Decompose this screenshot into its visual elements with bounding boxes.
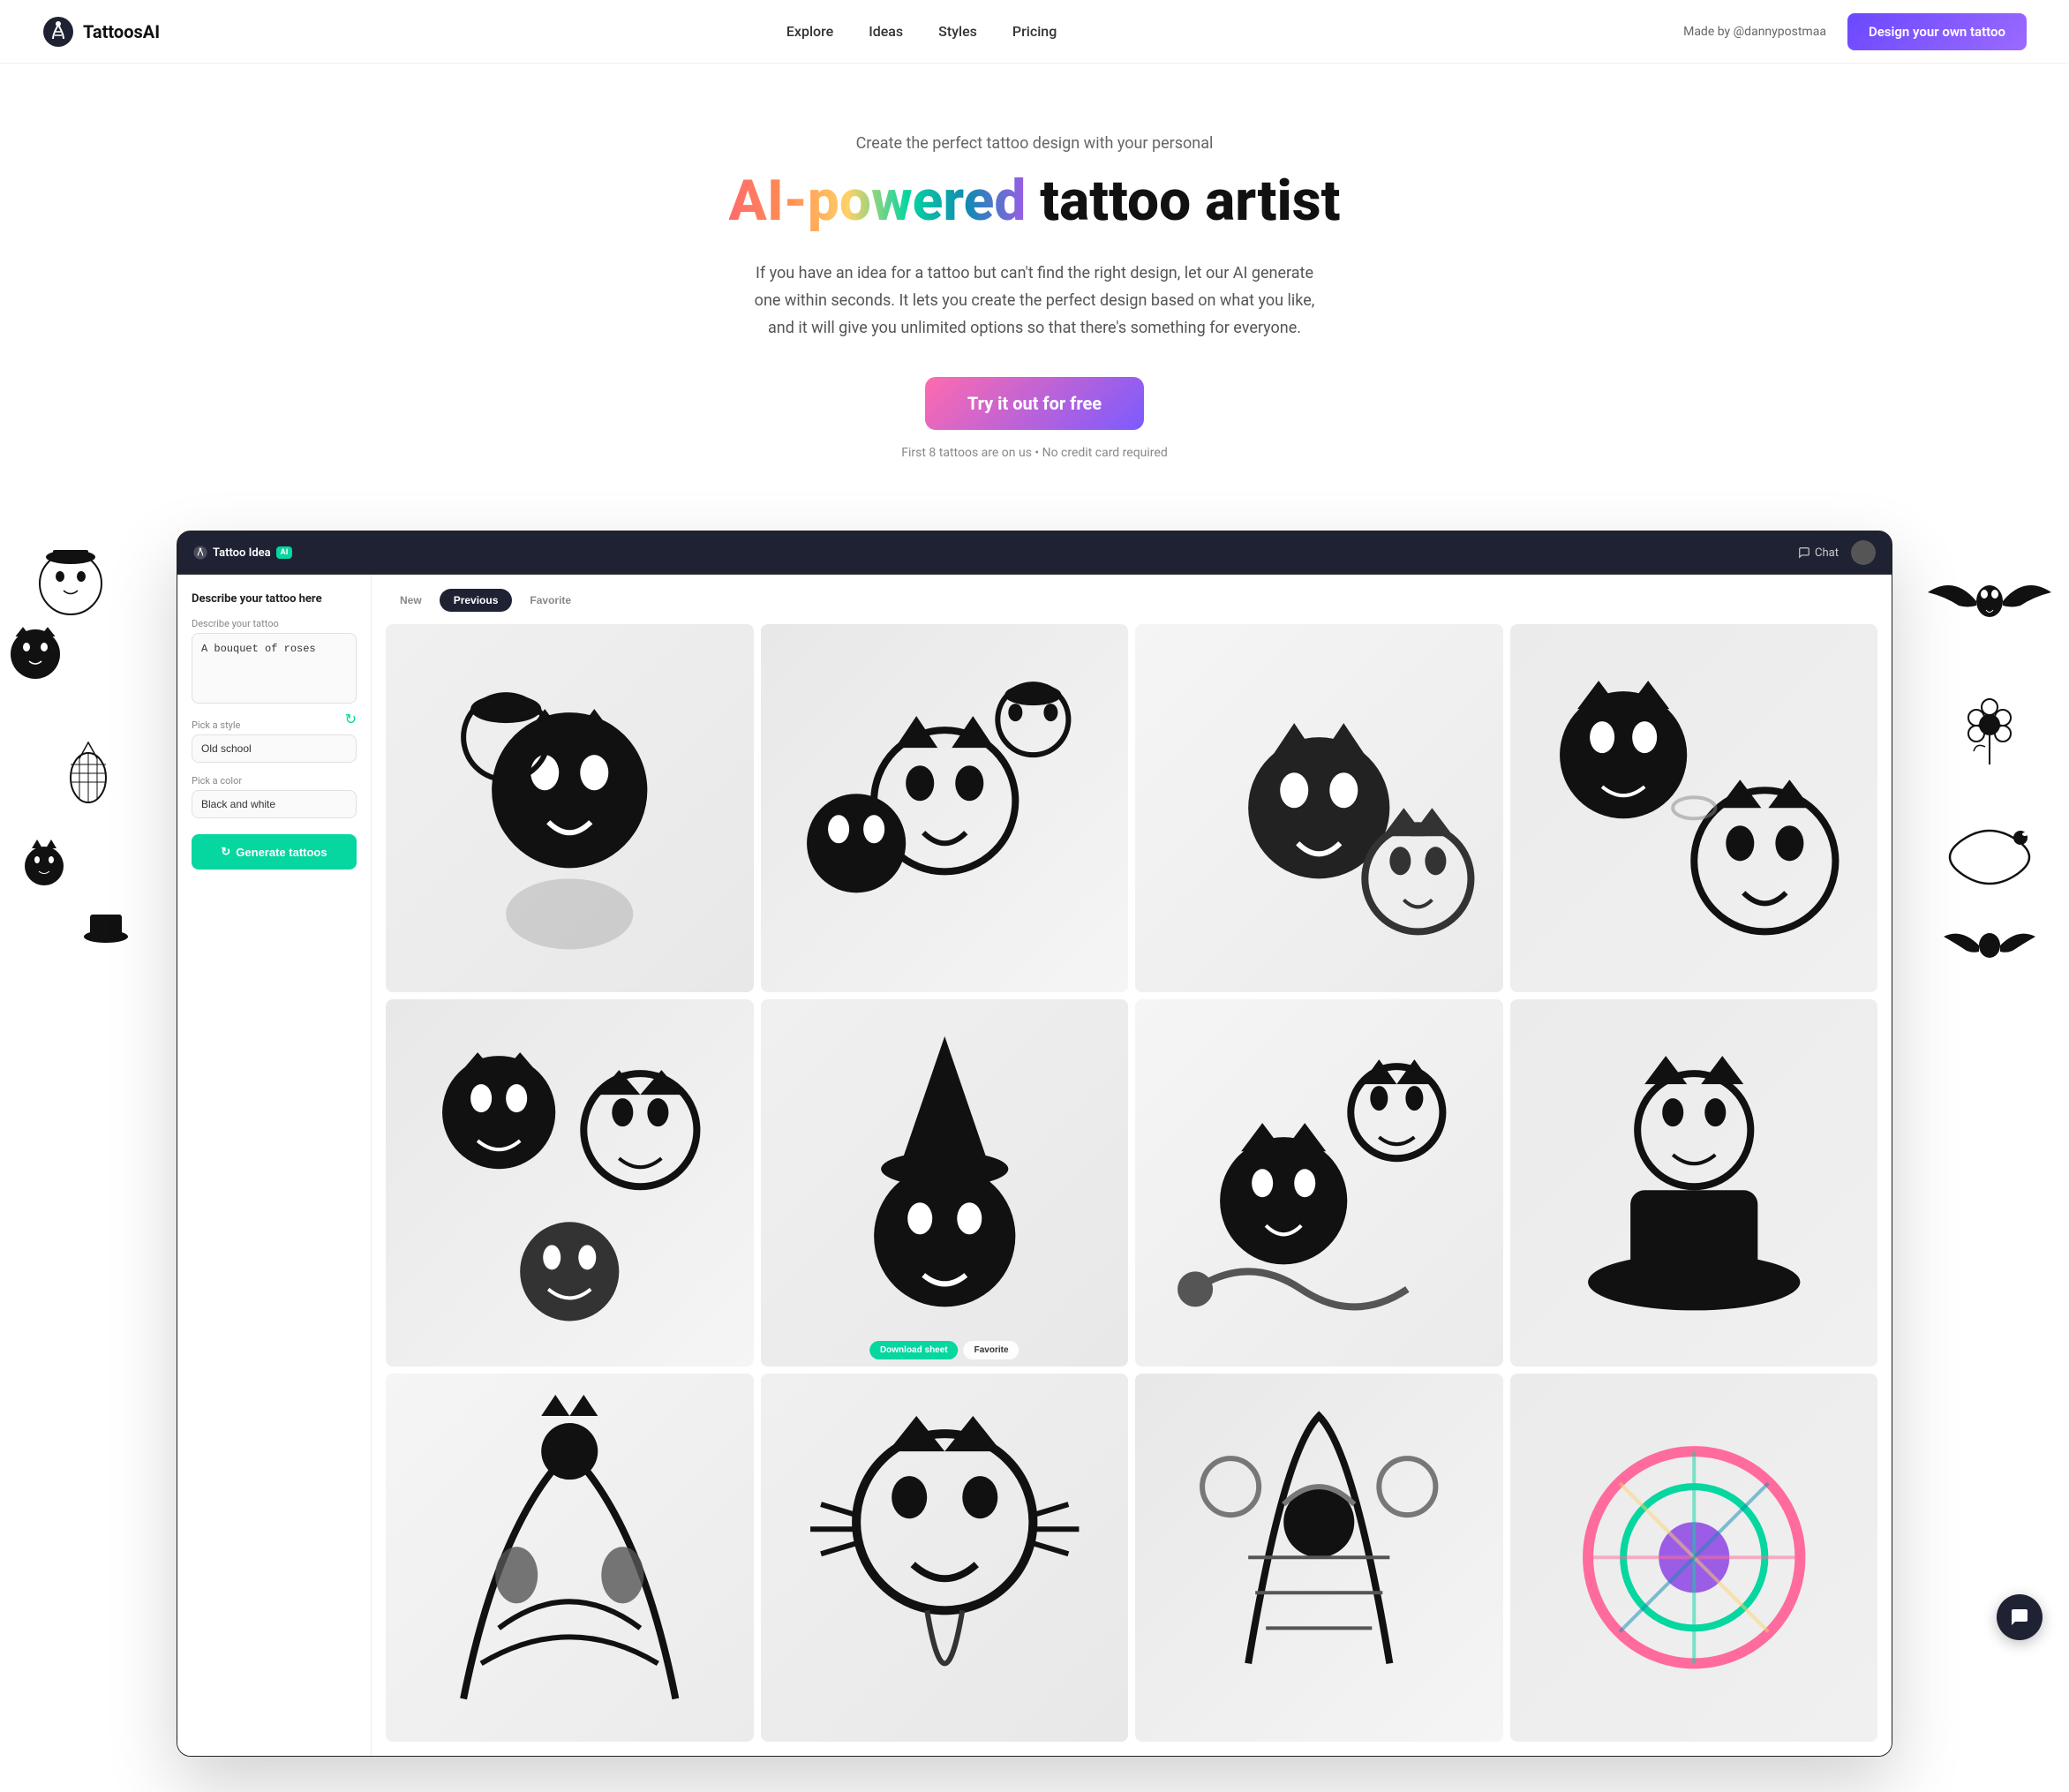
made-by-text: Made by @dannypostmaa — [1683, 25, 1826, 39]
nav-cta-button[interactable]: Design your own tattoo — [1847, 13, 2027, 50]
chat-icon — [1798, 546, 1810, 559]
hero-cta-button[interactable]: Try it out for free — [925, 377, 1144, 430]
tattoo-image-5 — [386, 999, 754, 1367]
left-deco-svg — [0, 513, 159, 1043]
tattoo-cell-10[interactable] — [761, 1374, 1129, 1742]
style-select[interactable]: Old school — [192, 734, 357, 763]
generate-icon: ↻ — [221, 845, 230, 859]
tattoo-cell-4[interactable] — [1510, 624, 1878, 992]
tattoo-cell-5[interactable] — [386, 999, 754, 1367]
app-bar-left: Tattoo Idea AI — [193, 546, 292, 560]
tab-new[interactable]: New — [386, 589, 436, 612]
hero-title-plain: tattoo artist — [1026, 168, 1340, 234]
right-deco-svg — [1910, 513, 2069, 1043]
tattoo-image-6 — [761, 999, 1129, 1367]
grid-overlay-buttons: Download sheet Favorite — [869, 1341, 1019, 1359]
tattoo-image-3 — [1135, 624, 1503, 992]
color-label: Pick a color — [192, 775, 357, 787]
app-tabs: New Previous Favorite — [386, 589, 1877, 612]
nav-right: Made by @dannypostmaa Design your own ta… — [1683, 13, 2027, 50]
nav-explore[interactable]: Explore — [786, 23, 833, 40]
user-avatar[interactable] — [1851, 540, 1876, 565]
preview-section: Tattoo Idea AI Chat — [0, 513, 2069, 1792]
app-logo-icon — [193, 546, 207, 560]
tattoo-image-7 — [1135, 999, 1503, 1367]
logo-icon — [42, 16, 74, 48]
app-title-text: Tattoo Idea — [213, 546, 271, 560]
tattoo-image-8 — [1510, 999, 1878, 1367]
nav-styles[interactable]: Styles — [938, 23, 977, 40]
color-select[interactable]: Black and white — [192, 790, 357, 818]
tab-previous[interactable]: Previous — [440, 589, 513, 612]
app-window: Tattoo Idea AI Chat — [177, 531, 1892, 1757]
describe-label: Describe your tattoo — [192, 618, 357, 629]
tattoo-cell-8[interactable] — [1510, 999, 1878, 1367]
tattoo-image-11 — [1135, 1374, 1503, 1742]
tattoo-cell-6[interactable]: Download sheet Favorite — [761, 999, 1129, 1367]
tattoo-cell-9[interactable] — [386, 1374, 754, 1742]
tattoo-image-12 — [1510, 1374, 1878, 1742]
nav-links: Explore Ideas Styles Pricing — [786, 23, 1057, 40]
download-sheet-button[interactable]: Download sheet — [869, 1341, 959, 1359]
app-logo: Tattoo Idea AI — [193, 546, 292, 560]
hero-subtitle: Create the perfect tattoo design with yo… — [703, 134, 1366, 153]
tattoo-image-9 — [386, 1374, 754, 1742]
hero-section: Create the perfect tattoo design with yo… — [681, 64, 1388, 513]
tattoo-image-4 — [1510, 624, 1878, 992]
generate-label: Generate tattoos — [236, 846, 327, 859]
tattoo-cell-7[interactable] — [1135, 999, 1503, 1367]
tattoo-cell-1[interactable] — [386, 624, 754, 992]
refresh-icon[interactable]: ↻ — [345, 711, 357, 727]
hero-note: First 8 tattoos are on us • No credit ca… — [703, 446, 1366, 460]
tattoo-cell-2[interactable] — [761, 624, 1129, 992]
logo-link[interactable]: TattoosAI — [42, 16, 160, 48]
app-titlebar: Tattoo Idea AI Chat — [177, 531, 1892, 575]
describe-textarea[interactable]: A bouquet of roses — [192, 633, 357, 704]
app-body: Describe your tattoo here Describe your … — [177, 575, 1892, 1756]
app-ai-badge: AI — [276, 546, 293, 559]
generate-button[interactable]: ↻ Generate tattoos — [192, 834, 357, 870]
sidebar-title: Describe your tattoo here — [192, 592, 357, 606]
left-decoration — [0, 513, 159, 1792]
hero-title-gradient: AI-powered — [729, 168, 1027, 234]
app-sidebar: Describe your tattoo here Describe your … — [177, 575, 372, 1756]
tattoo-image-1 — [386, 624, 754, 992]
chat-bubble-button[interactable] — [1997, 1594, 2043, 1640]
chat-bubble-icon — [2009, 1607, 2030, 1628]
hero-description: If you have an idea for a tattoo but can… — [743, 260, 1326, 342]
tattoo-grid: Download sheet Favorite — [386, 624, 1877, 1742]
tattoo-image-2 — [761, 624, 1129, 992]
app-main-content: New Previous Favorite — [372, 575, 1892, 1756]
tattoo-cell-3[interactable] — [1135, 624, 1503, 992]
tattoo-cell-11[interactable] — [1135, 1374, 1503, 1742]
chat-button[interactable]: Chat — [1798, 546, 1839, 560]
style-label: Pick a style — [192, 719, 357, 731]
tattoo-cell-12[interactable] — [1510, 1374, 1878, 1742]
nav-pricing[interactable]: Pricing — [1012, 23, 1057, 40]
nav-ideas[interactable]: Ideas — [869, 23, 903, 40]
tattoo-image-10 — [761, 1374, 1129, 1742]
tab-favorite[interactable]: Favorite — [515, 589, 585, 612]
navbar: TattoosAI Explore Ideas Styles Pricing M… — [0, 0, 2069, 64]
favorite-button[interactable]: Favorite — [964, 1341, 1019, 1359]
logo-text: TattoosAI — [83, 21, 160, 42]
hero-title: AI-powered tattoo artist — [703, 170, 1366, 232]
app-bar-right: Chat — [1798, 540, 1876, 565]
right-decoration — [1910, 513, 2069, 1792]
chat-label: Chat — [1815, 546, 1839, 560]
app-window-container: Tattoo Idea AI Chat — [177, 531, 1892, 1757]
